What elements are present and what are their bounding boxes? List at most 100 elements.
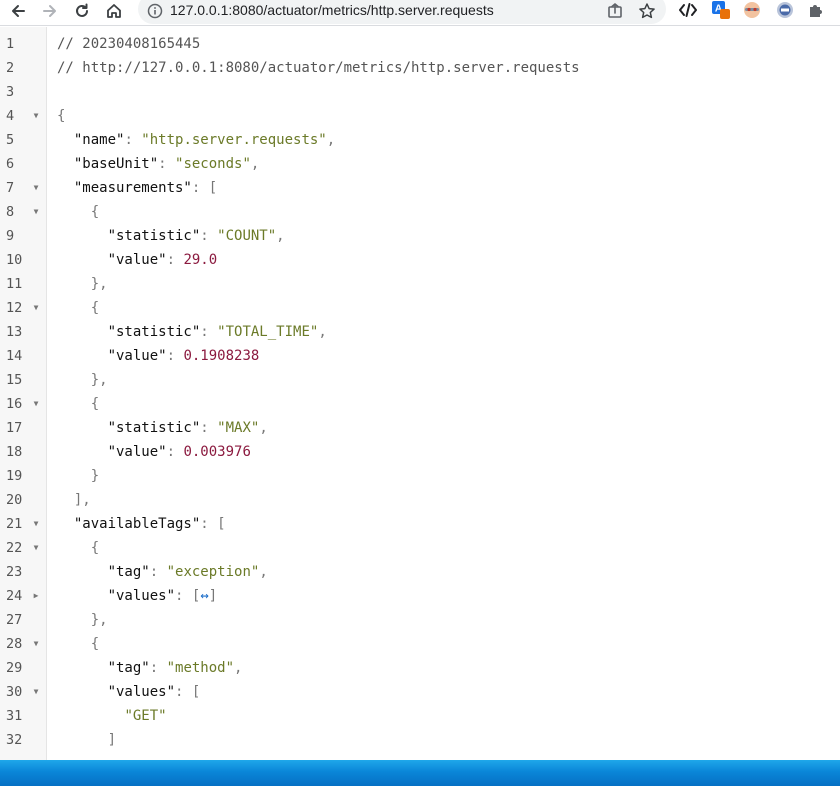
line-number: 3 xyxy=(6,84,15,100)
code-text: }, xyxy=(57,272,108,296)
code-text: "tag": "exception", xyxy=(57,560,268,584)
forward-button[interactable] xyxy=(39,0,61,22)
fold-toggle-expanded-icon[interactable]: ▼ xyxy=(31,392,41,416)
json-key: "value" xyxy=(107,444,167,460)
code-line: 10 "value": 29.0 xyxy=(0,248,840,272)
json-punctuation: , xyxy=(250,156,260,172)
json-string-value: "http.server.requests" xyxy=(141,132,327,148)
line-number: 9 xyxy=(6,228,15,244)
globe-extension-button[interactable] xyxy=(775,0,795,20)
line-number: 14 xyxy=(6,348,23,364)
json-key: "statistic" xyxy=(107,228,201,244)
back-button[interactable] xyxy=(7,0,29,22)
code-line: 6 "baseUnit": "seconds", xyxy=(0,152,840,176)
bookmark-button[interactable] xyxy=(636,0,658,22)
line-number: 15 xyxy=(6,372,23,388)
json-punctuation: ] xyxy=(107,732,117,748)
code-view-extension-button[interactable] xyxy=(678,0,698,20)
line-number: 31 xyxy=(6,708,23,724)
code-view-extension-icon xyxy=(679,3,697,17)
line-number: 23 xyxy=(6,564,23,580)
code-text: "availableTags": [ xyxy=(57,512,226,536)
info-icon xyxy=(147,3,163,19)
code-text: "statistic": "TOTAL_TIME", xyxy=(57,320,327,344)
json-punctuation: { xyxy=(57,108,66,124)
home-button[interactable] xyxy=(103,0,125,22)
line-number: 6 xyxy=(6,156,15,172)
json-key: "name" xyxy=(73,132,125,148)
code-line: 28 ▼ { xyxy=(0,632,840,656)
fold-toggle-expanded-icon[interactable]: ▼ xyxy=(31,176,41,200)
code-line: 30 ▼ "values": [ xyxy=(0,680,840,704)
code-text: { xyxy=(57,632,99,656)
line-number: 17 xyxy=(6,420,23,436)
code-line: 8 ▼ { xyxy=(0,200,840,224)
fold-toggle-expanded-icon[interactable]: ▼ xyxy=(31,512,41,536)
site-info-button[interactable] xyxy=(144,0,166,22)
line-number: 19 xyxy=(6,468,23,484)
fold-toggle-collapsed-icon[interactable]: ▶ xyxy=(31,584,41,608)
fold-toggle-expanded-icon[interactable]: ▼ xyxy=(31,104,41,128)
json-key: "values" xyxy=(107,684,176,700)
json-punctuation: { xyxy=(90,204,100,220)
fold-toggle-expanded-icon[interactable]: ▼ xyxy=(31,296,41,320)
json-key: "values" xyxy=(107,588,176,604)
json-punctuation: }, xyxy=(90,612,108,628)
address-url-text[interactable]: 127.0.0.1:8080/actuator/metrics/http.ser… xyxy=(170,2,494,18)
code-text: "value": 29.0 xyxy=(57,248,218,272)
code-text: ], xyxy=(57,488,91,512)
reload-button[interactable] xyxy=(71,0,93,22)
code-text: "value": 0.1908238 xyxy=(57,344,260,368)
code-text: }, xyxy=(57,368,108,392)
json-string-value: "exception" xyxy=(166,564,260,580)
json-punctuation: , xyxy=(259,420,268,436)
code-text: { xyxy=(57,536,99,560)
json-number-value: 29.0 xyxy=(183,252,218,268)
translate-extension-icon: A xyxy=(712,1,730,19)
json-key: "measurements" xyxy=(73,180,192,196)
code-text: // http://127.0.0.1:8080/actuator/metric… xyxy=(57,56,580,80)
globe-extension-icon xyxy=(777,2,793,18)
arrow-right-icon xyxy=(43,5,56,17)
code-text: "measurements": [ xyxy=(57,176,217,200)
json-number-value: 0.003976 xyxy=(183,444,251,460)
profile-extension-button[interactable] xyxy=(742,0,762,20)
json-punctuation: : xyxy=(158,156,176,172)
json-punctuation: { xyxy=(90,300,100,316)
json-punctuation: : xyxy=(166,348,184,364)
share-button[interactable] xyxy=(604,0,626,22)
fold-toggle-expanded-icon[interactable]: ▼ xyxy=(31,536,41,560)
json-punctuation: , xyxy=(276,228,285,244)
code-line: 5 "name": "http.server.requests", xyxy=(0,128,840,152)
json-string-value: "GET" xyxy=(124,708,167,724)
json-punctuation: } xyxy=(90,468,100,484)
json-punctuation: : xyxy=(149,564,167,580)
code-line: 13 "statistic": "TOTAL_TIME", xyxy=(0,320,840,344)
json-key: "statistic" xyxy=(107,324,201,340)
code-line: 15 }, xyxy=(0,368,840,392)
fold-toggle-expanded-icon[interactable]: ▼ xyxy=(31,200,41,224)
translate-extension-button[interactable]: A xyxy=(711,0,731,20)
code-line: 1 // 20230408165445 xyxy=(0,32,840,56)
line-number: 32 xyxy=(6,732,23,748)
line-number: 5 xyxy=(6,132,15,148)
code-text: "tag": "method", xyxy=(57,656,243,680)
extensions-menu-button[interactable] xyxy=(806,0,826,20)
code-line: 23 "tag": "exception", xyxy=(0,560,840,584)
json-string-value: "MAX" xyxy=(217,420,260,436)
collapsed-array-toggle[interactable]: ↔ xyxy=(200,588,208,604)
fold-toggle-expanded-icon[interactable]: ▼ xyxy=(31,680,41,704)
json-punctuation: : xyxy=(200,228,218,244)
code-line: 9 "statistic": "COUNT", xyxy=(0,224,840,248)
json-key: "baseUnit" xyxy=(73,156,159,172)
fold-toggle-expanded-icon[interactable]: ▼ xyxy=(31,632,41,656)
json-punctuation: ], xyxy=(73,492,91,508)
